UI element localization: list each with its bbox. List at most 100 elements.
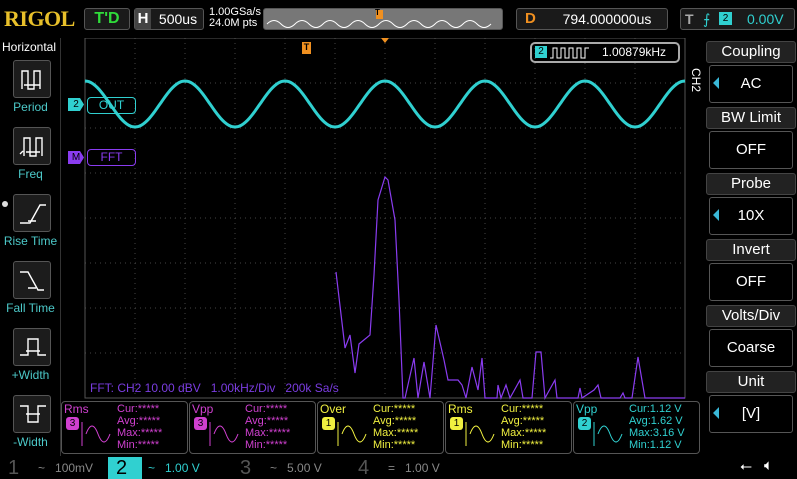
trigger-label: T (685, 11, 694, 27)
menu-value: AC (740, 75, 762, 92)
avg-value: Avg:***** (373, 415, 417, 427)
period-button[interactable] (13, 60, 51, 98)
channel-number: 2 (116, 457, 128, 479)
measurement-name: Rms (64, 402, 89, 416)
run-state-button[interactable]: T'D (84, 8, 130, 30)
fall-time-icon (20, 271, 44, 291)
horizontal-label: H (135, 9, 151, 29)
coupling-icon: = (388, 461, 396, 475)
page-indicator (2, 201, 8, 207)
measurement-item[interactable]: Vpp 2 Cur:1.12 V Avg:1.62 V Max:3.16 V Min:1.… (573, 401, 700, 454)
delay-value: 794.000000us (562, 11, 652, 27)
channel-4-button[interactable]: 4 = 1.00 V (350, 457, 462, 479)
menu-volts-div-button[interactable]: Coarse (709, 329, 793, 367)
frequency-icon (19, 137, 43, 157)
measurement-item[interactable]: Rms 3 Cur:***** Avg:***** Max:***** Min:***** (61, 401, 188, 454)
max-value: Max:***** (117, 427, 163, 439)
measurement-type-icon (81, 422, 111, 446)
timebase-box[interactable]: H 500us (134, 8, 204, 30)
coupling-icon: ~ (148, 461, 156, 475)
ch2-label: OUT (87, 97, 136, 114)
menu-value: Coarse (726, 339, 776, 356)
min-value: Min:***** (501, 439, 544, 451)
frequency-button[interactable] (13, 127, 51, 165)
measurement-name: Vpp (192, 402, 214, 416)
cur-value: Cur:1.12 V (629, 403, 682, 415)
channel-scale: = 1.00 V (382, 457, 462, 479)
frequency-counter: 2 1.00879kHz (530, 42, 680, 63)
trigger-position-marker[interactable]: T (302, 42, 311, 54)
fall-time-button[interactable] (13, 261, 51, 299)
source-badge: 1 (322, 417, 335, 430)
waveform-display[interactable] (62, 38, 687, 400)
negative-width-label: -Width (13, 435, 48, 449)
measurement-item[interactable]: Vpp 3 Cur:***** Avg:***** Max:***** Min:***** (189, 401, 316, 454)
period-icon (21, 70, 41, 90)
scale-value: 1.00 V (405, 461, 440, 475)
max-value: Max:***** (501, 427, 547, 439)
source-badge: 3 (194, 417, 207, 430)
min-value: Min:***** (117, 439, 160, 451)
menu-probe-button[interactable]: 10X (709, 197, 793, 235)
channel-scale: ~ 5.00 V (264, 457, 344, 479)
memory-waveform-preview (266, 10, 492, 28)
coupling-icon: ~ (38, 461, 46, 475)
memory-depth: 24.0M pts (209, 17, 258, 29)
square-wave-icon (550, 47, 589, 59)
avg-value: Avg:***** (245, 415, 289, 427)
measurement-name: Rms (448, 402, 473, 416)
trigger-delay-marker (381, 38, 389, 43)
trigger-box[interactable]: T ⨍ 2 0.00V (680, 8, 795, 30)
menu-bw-limit-button[interactable]: OFF (709, 131, 793, 169)
speaker-muted-icon[interactable]: 🔈︎ (764, 457, 773, 474)
measurement-type-icon (593, 422, 623, 446)
menu-coupling-title: Coupling (706, 41, 796, 63)
channel-menu-label: CH2 (689, 68, 703, 93)
negative-width-icon (20, 405, 46, 423)
rise-time-button[interactable] (13, 194, 51, 232)
positive-width-button[interactable] (13, 328, 51, 366)
max-value: Max:***** (245, 427, 291, 439)
menu-volts-div-title: Volts/Div (706, 305, 796, 327)
menu-invert-button[interactable]: OFF (709, 263, 793, 301)
channel-3-button[interactable]: 3 ~ 5.00 V (232, 457, 344, 479)
scale-value: 1.00 V (165, 461, 200, 475)
measurement-type-icon (209, 422, 239, 446)
menu-value: 10X (737, 207, 765, 224)
cur-value: Cur:***** (501, 403, 544, 415)
min-value: Min:***** (245, 439, 288, 451)
channel-1-button[interactable]: 1 ~ 100mV (0, 457, 112, 479)
delay-box[interactable]: D 794.000000us (516, 8, 668, 30)
menu-bw-limit-title: BW Limit (706, 107, 796, 129)
counter-channel-badge: 2 (535, 46, 547, 58)
trigger-level: 0.00V (747, 11, 784, 27)
rise-time-label: Rise Time (3, 234, 58, 248)
measurement-item[interactable]: Over 1 Cur:***** Avg:***** Max:***** Min:****… (317, 401, 444, 454)
fft-waveform (335, 175, 685, 400)
min-value: Min:1.12 V (629, 439, 682, 451)
cur-value: Cur:***** (373, 403, 416, 415)
trigger-marker-label: T (375, 8, 380, 17)
period-label: Period (13, 100, 48, 114)
memory-navigation-bar[interactable]: T (263, 8, 503, 30)
avg-value: Avg:***** (117, 415, 161, 427)
measurement-item[interactable]: Rms 1 Cur:***** Avg:***** Max:***** Min:***** (445, 401, 572, 454)
delay-label: D (525, 10, 536, 27)
panel-title: Horizontal (2, 40, 57, 54)
menu-unit-button[interactable]: [V] (709, 395, 793, 433)
channel-number: 1 (8, 457, 20, 479)
arrow-left-icon (713, 209, 719, 221)
negative-width-button[interactable] (13, 395, 51, 433)
rising-edge-icon: ⨍ (703, 11, 711, 27)
menu-invert-title: Invert (706, 239, 796, 261)
source-badge: 2 (578, 417, 591, 430)
menu-value: OFF (736, 141, 766, 158)
fall-time-label: Fall Time (6, 301, 55, 315)
arrow-left-icon (713, 407, 719, 419)
menu-coupling-button[interactable]: AC (709, 65, 793, 103)
source-badge: 3 (66, 417, 79, 430)
measurement-name: Over (320, 402, 347, 416)
horizontal-measure-panel: Horizontal Period Freq Rise Time Fall Time +… (0, 38, 61, 456)
channel-2-button[interactable]: 2 ~ 1.00 V (108, 457, 226, 479)
arrow-left-icon (713, 77, 719, 89)
